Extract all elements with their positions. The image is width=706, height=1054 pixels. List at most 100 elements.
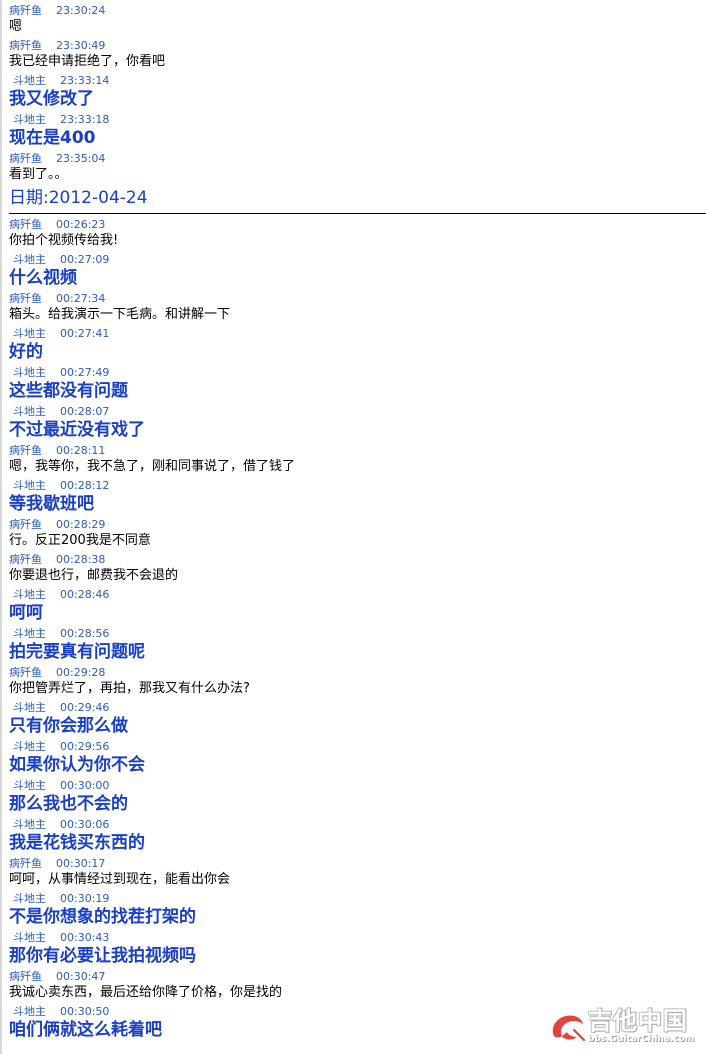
message-sender: 斗地主 [13, 405, 46, 418]
message-text: 这些都没有问题 [9, 381, 128, 401]
chat-message: 病歼鱼 00:30:47 我诚心卖东西，最后还给你降了价格，你是找的 [9, 970, 706, 1001]
message-time: 00:30:00 [60, 779, 110, 792]
message-time: 00:28:07 [60, 405, 110, 418]
message-text: 等我歇班吧 [9, 494, 94, 514]
message-list-after: 病歼鱼 00:26:23 你拍个视频传给我! 斗地主 00:27:09 什么视频 病歼鱼 00… [9, 218, 706, 1041]
message-header: 斗地主 00:28:07 [9, 405, 706, 419]
message-time: 00:30:47 [56, 970, 106, 983]
chat-message: 病歼鱼 00:30:17 呵呵，从事情经过到现在，能看出你会 [9, 857, 706, 888]
message-text: 嗯 [9, 19, 23, 34]
watermark-url: bbs.GuitarChina.com [588, 1034, 695, 1044]
message-sender: 斗地主 [13, 74, 46, 87]
message-sender: 病歼鱼 [9, 4, 42, 17]
message-time: 00:30:06 [60, 818, 110, 831]
message-time: 00:28:11 [56, 444, 106, 457]
message-header: 病歼鱼 23:30:24 [9, 4, 706, 18]
message-header: 斗地主 00:28:46 [9, 588, 706, 602]
message-text: 那你有必要让我拍视频吗 [9, 946, 196, 966]
message-text: 呵呵，从事情经过到现在，能看出你会 [9, 872, 231, 887]
message-sender: 病歼鱼 [9, 218, 42, 231]
message-time: 00:28:56 [60, 627, 110, 640]
chat-message: 斗地主 00:27:41 好的 [9, 327, 706, 363]
chat-message: 斗地主 00:28:12 等我歇班吧 [9, 479, 706, 515]
message-sender: 斗地主 [13, 740, 46, 753]
message-sender: 斗地主 [13, 366, 46, 379]
message-text: 我诚心卖东西，最后还给你降了价格，你是找的 [9, 985, 283, 1000]
message-header: 斗地主 23:33:18 [9, 113, 706, 127]
chat-message: 病歼鱼 23:35:04 看到了。。 [9, 152, 706, 183]
message-header: 病歼鱼 00:28:11 [9, 444, 706, 458]
message-header: 病歼鱼 23:30:49 [9, 39, 706, 53]
chat-message: 斗地主 00:28:07 不过最近没有戏了 [9, 405, 706, 441]
chat-message: 病歼鱼 00:28:29 行。反正200我是不同意 [9, 518, 706, 549]
message-text: 呵呵 [9, 603, 43, 623]
message-text: 好的 [9, 342, 43, 362]
watermark-name: 吉他中国 [588, 1007, 688, 1035]
message-text: 那么我也不会的 [9, 794, 128, 814]
message-time: 00:29:46 [60, 701, 110, 714]
message-time: 00:29:56 [60, 740, 110, 753]
message-sender: 病歼鱼 [9, 292, 42, 305]
message-header: 病歼鱼 00:26:23 [9, 218, 706, 232]
message-text: 我是花钱买东西的 [9, 833, 145, 853]
message-sender: 斗地主 [13, 627, 46, 640]
message-sender: 斗地主 [13, 779, 46, 792]
message-header: 斗地主 00:27:49 [9, 366, 706, 380]
chat-log: 病歼鱼 23:30:24 嗯病歼鱼 23:30:49 我已经申请拒绝了，你看吧 斗地主 23… [0, 0, 706, 1054]
chat-message: 斗地主 00:29:46 只有你会那么做 [9, 701, 706, 737]
chat-message: 斗地主 00:30:00 那么我也不会的 [9, 779, 706, 815]
date-divider [9, 213, 706, 214]
message-header: 斗地主 00:27:41 [9, 327, 706, 341]
message-header: 斗地主 00:28:56 [9, 627, 706, 641]
message-time: 00:27:41 [60, 327, 110, 340]
message-header: 斗地主 00:28:12 [9, 479, 706, 493]
message-time: 00:28:29 [56, 518, 106, 531]
message-text: 拍完要真有问题呢 [9, 642, 145, 662]
chat-message: 病歼鱼 23:30:24 嗯 [9, 4, 706, 35]
chat-message: 斗地主 00:28:56 拍完要真有问题呢 [9, 627, 706, 663]
message-text: 嗯，我等你，我不急了，刚和同事说了，借了钱了 [9, 459, 296, 474]
message-time: 23:33:18 [60, 113, 110, 126]
message-time: 00:30:43 [60, 931, 110, 944]
message-header: 斗地主 00:27:09 [9, 253, 706, 267]
message-time: 00:30:17 [56, 857, 106, 870]
message-list-before: 病歼鱼 23:30:24 嗯病歼鱼 23:30:49 我已经申请拒绝了，你看吧 斗地主 23… [9, 4, 706, 183]
message-text: 什么视频 [9, 268, 77, 288]
message-sender: 斗地主 [13, 327, 46, 340]
message-header: 病歼鱼 00:30:47 [9, 970, 706, 984]
message-sender: 病歼鱼 [9, 152, 42, 165]
chat-message: 病歼鱼 00:26:23 你拍个视频传给我! [9, 218, 706, 249]
message-sender: 斗地主 [13, 818, 46, 831]
message-text: 箱头。给我演示一下毛病。和讲解一下 [9, 307, 231, 322]
message-time: 00:27:09 [60, 253, 110, 266]
message-text: 不是你想象的找茬打架的 [9, 907, 196, 927]
chat-message: 病歼鱼 23:30:49 我已经申请拒绝了，你看吧 [9, 39, 706, 70]
message-sender: 病歼鱼 [9, 666, 42, 679]
message-sender: 病歼鱼 [9, 970, 42, 983]
message-sender: 斗地主 [13, 1005, 46, 1018]
message-text: 不过最近没有戏了 [9, 420, 145, 440]
message-header: 斗地主 00:30:06 [9, 818, 706, 832]
chat-message: 斗地主 23:33:14 我又修改了 [9, 74, 706, 110]
message-text: 看到了。。 [9, 167, 68, 182]
chat-message: 斗地主 00:30:06 我是花钱买东西的 [9, 818, 706, 854]
chat-message: 斗地主 00:30:43 那你有必要让我拍视频吗 [9, 931, 706, 967]
message-sender: 斗地主 [13, 701, 46, 714]
site-watermark: 吉他中国 bbs.GuitarChina.com [548, 1008, 698, 1046]
message-sender: 斗地主 [13, 588, 46, 601]
chat-message: 病歼鱼 00:27:34 箱头。给我演示一下毛病。和讲解一下 [9, 292, 706, 323]
message-sender: 病歼鱼 [9, 39, 42, 52]
message-time: 00:28:46 [60, 588, 110, 601]
message-header: 斗地主 00:30:00 [9, 779, 706, 793]
message-text: 如果你认为你不会 [9, 755, 145, 775]
chat-message: 斗地主 00:27:09 什么视频 [9, 253, 706, 289]
message-sender: 斗地主 [13, 931, 46, 944]
chat-message: 斗地主 00:28:46 呵呵 [9, 588, 706, 624]
message-header: 病歼鱼 00:27:34 [9, 292, 706, 306]
chat-message: 斗地主 00:27:49 这些都没有问题 [9, 366, 706, 402]
message-header: 斗地主 00:30:19 [9, 892, 706, 906]
message-sender: 斗地主 [13, 479, 46, 492]
message-time: 00:30:50 [60, 1005, 110, 1018]
message-time: 00:30:19 [60, 892, 110, 905]
date-separator: 日期:2012-04-24 [9, 188, 148, 208]
